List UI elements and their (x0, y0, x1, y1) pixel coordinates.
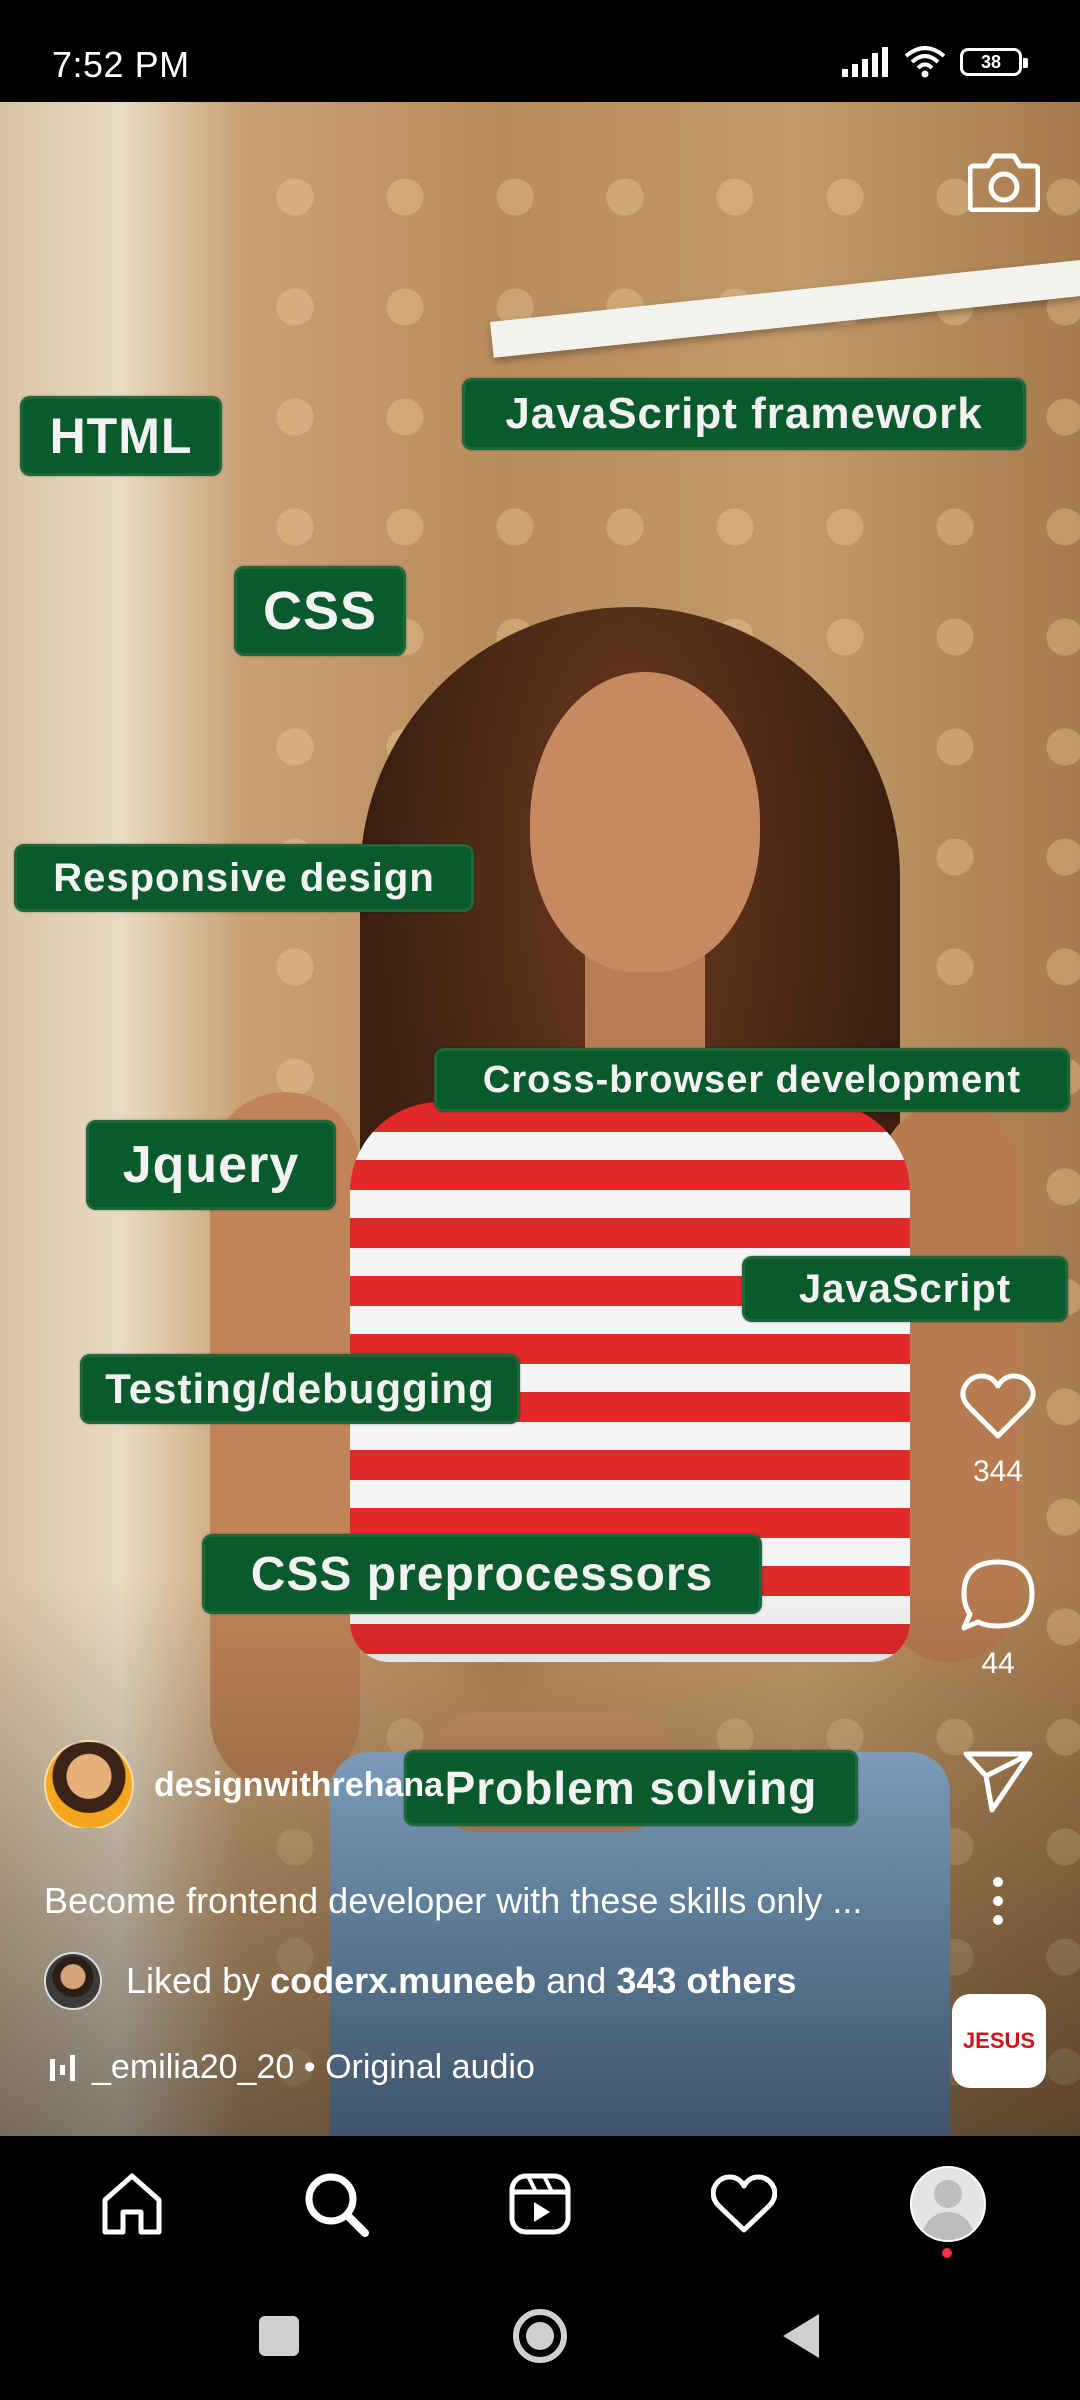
signal-icon (842, 47, 888, 77)
more-options[interactable] (950, 1876, 1046, 1931)
nav-search[interactable] (296, 2164, 376, 2244)
battery-icon: 38 (960, 48, 1028, 76)
nav-profile[interactable] (908, 2164, 988, 2258)
send-icon[interactable] (962, 1748, 1034, 1814)
heart-outline-icon (711, 2174, 777, 2233)
audio-username: _emilia20_20 (92, 2048, 295, 2086)
skill-tag: HTML (20, 396, 222, 476)
back-button-icon[interactable] (779, 2312, 823, 2360)
audio-sticker[interactable]: JESUS (952, 1994, 1046, 2088)
status-icons: 38 (842, 46, 1028, 78)
home-button-icon[interactable] (511, 2307, 569, 2365)
skill-tag: Jquery (86, 1120, 336, 1210)
liked-by-row[interactable]: Liked by coderx.muneeb and 343 others (44, 1952, 796, 2010)
skill-tag: CSS preprocessors (202, 1534, 762, 1614)
skill-tag: Testing/debugging (80, 1354, 520, 1424)
liked-by-others[interactable]: 343 others (616, 1960, 796, 2002)
audio-bars-icon (50, 2054, 75, 2081)
author-avatar[interactable] (44, 1740, 134, 1830)
nav-reels[interactable] (500, 2164, 580, 2244)
more-vertical-icon[interactable] (988, 1876, 1008, 1926)
skill-tag: Cross-browser development (434, 1048, 1070, 1112)
status-bar: 7:52 PM 38 (0, 0, 1080, 102)
bottom-nav (0, 2136, 1080, 2272)
audio-label: Original audio (325, 2048, 535, 2086)
reel-video[interactable]: HTML JavaScript framework CSS Responsive… (0, 102, 1080, 2136)
search-icon (305, 2173, 369, 2237)
audio-separator: • (303, 2048, 316, 2086)
system-nav (0, 2272, 1080, 2400)
profile-avatar (910, 2166, 986, 2242)
status-time: 7:52 PM (52, 44, 190, 85)
audio-row[interactable]: _emilia20_20 • Original audio (50, 2048, 535, 2087)
comment-icon[interactable] (960, 1558, 1036, 1634)
notification-dot (942, 2248, 952, 2258)
nav-activity[interactable] (704, 2164, 784, 2244)
home-icon (102, 2173, 162, 2235)
like-count: 344 (972, 1455, 1024, 1488)
camera-button[interactable] (967, 148, 1041, 213)
nav-home[interactable] (92, 2164, 172, 2244)
comment-action[interactable]: 44 (950, 1558, 1046, 1681)
liker-avatar (44, 1952, 102, 2010)
liked-by-prefix: Liked by (126, 1960, 261, 2001)
like-action[interactable]: 344 (950, 1372, 1046, 1489)
heart-icon[interactable] (960, 1372, 1036, 1442)
comment-count: 44 (981, 1647, 1015, 1680)
skill-tag: Responsive design (14, 844, 474, 912)
liked-by-and: and (546, 1960, 607, 2001)
camera-icon (967, 153, 1041, 213)
reels-icon (509, 2173, 571, 2235)
skill-tag: JavaScript framework (462, 378, 1026, 450)
share-action[interactable] (950, 1748, 1046, 1819)
skill-tag: CSS (234, 566, 406, 656)
wifi-icon (904, 46, 946, 78)
skill-tag: Problem solving (404, 1750, 858, 1826)
person-face (530, 672, 760, 972)
liked-by-user[interactable]: coderx.muneeb (270, 1960, 536, 2002)
skill-tag: JavaScript (742, 1256, 1068, 1322)
author-username[interactable]: designwithrehana (154, 1766, 443, 1805)
post-caption[interactable]: Become frontend developer with these ski… (44, 1880, 944, 1922)
battery-level: 38 (980, 51, 1002, 72)
recents-button-icon[interactable] (257, 2314, 301, 2358)
